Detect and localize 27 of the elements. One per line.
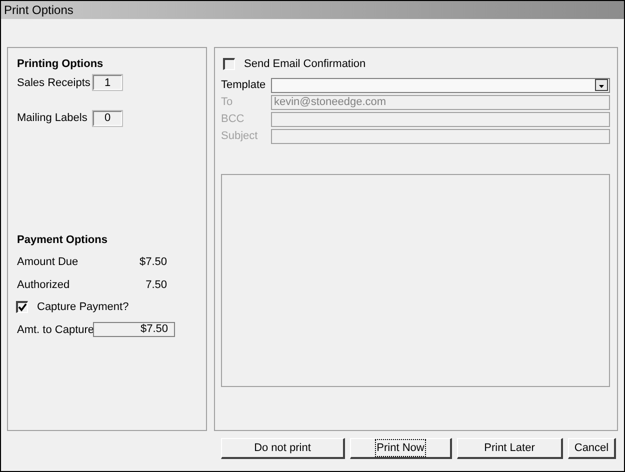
section-title: Payment Options bbox=[17, 232, 108, 248]
window-title: Print Options bbox=[4, 2, 74, 19]
field-label: Amt. to Capture bbox=[17, 322, 93, 338]
checkbox-label: Send Email Confirmation bbox=[244, 57, 366, 72]
field-label: BCC bbox=[221, 112, 246, 127]
count-field[interactable]: 1 bbox=[93, 75, 122, 90]
field-label: Template bbox=[221, 78, 267, 93]
section-title: Printing Options bbox=[17, 57, 104, 72]
count-field[interactable]: 0 bbox=[93, 110, 122, 126]
field-label: To bbox=[221, 94, 234, 110]
checkbox-label: Capture Payment? bbox=[37, 300, 129, 315]
amount-value: 7.50 bbox=[146, 278, 167, 292]
field-label: Sales Receipts bbox=[17, 76, 92, 90]
field-label: Authorized bbox=[17, 278, 70, 292]
checkmark-icon bbox=[18, 303, 27, 312]
amount-value: $7.50 bbox=[139, 255, 167, 270]
dialog-button[interactable]: Cancel bbox=[568, 438, 616, 459]
capture-checkbox[interactable] bbox=[16, 301, 28, 314]
dialog-button[interactable]: Print Later bbox=[457, 438, 563, 459]
field-label: Subject bbox=[221, 128, 259, 144]
field-label: Amount Due bbox=[17, 255, 78, 270]
email-checkbox[interactable] bbox=[223, 58, 235, 70]
amount-field[interactable]: $7.50 bbox=[93, 322, 175, 338]
template-dropdown[interactable] bbox=[271, 78, 610, 92]
field-label: Mailing Labels bbox=[17, 111, 88, 126]
dialog-button[interactable]: Do not print bbox=[221, 438, 345, 459]
dialog-button[interactable]: Print Now bbox=[350, 438, 452, 459]
